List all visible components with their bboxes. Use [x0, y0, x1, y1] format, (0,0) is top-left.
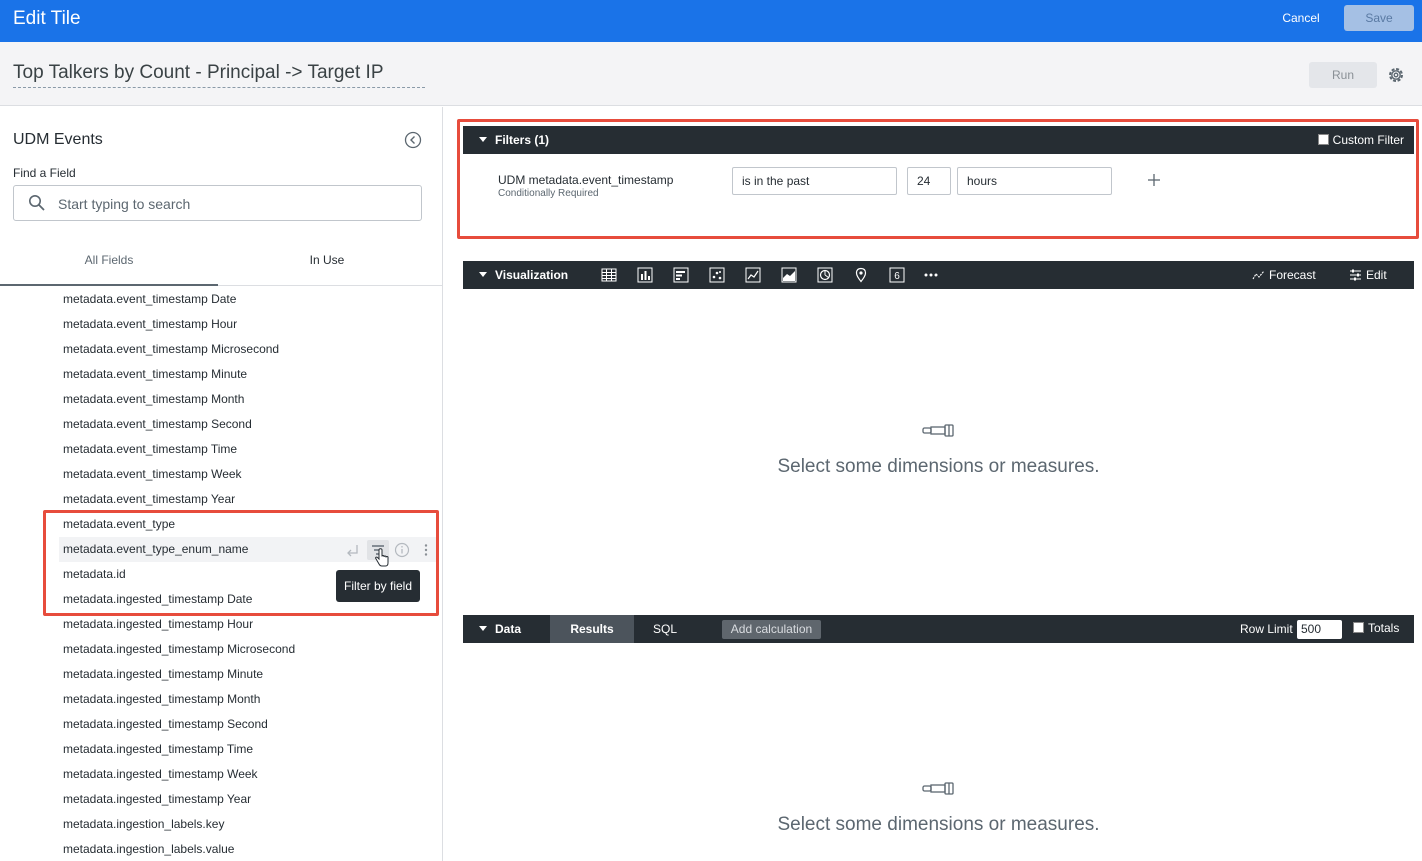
- tile-header: Top Talkers by Count - Principal -> Targ…: [0, 42, 1422, 106]
- column-chart-icon[interactable]: [637, 267, 653, 283]
- field-item[interactable]: metadata.ingestion_labels.key: [59, 812, 439, 837]
- edit-viz-button[interactable]: Edit: [1349, 268, 1387, 282]
- custom-filter-toggle[interactable]: Custom Filter: [1317, 133, 1404, 147]
- field-item[interactable]: metadata.ingested_timestamp Microsecond: [59, 637, 439, 662]
- find-field-label: Find a Field: [13, 166, 76, 180]
- svg-text:6: 6: [894, 271, 900, 282]
- totals-label: Totals: [1368, 621, 1400, 635]
- data-empty-message: Select some dimensions or measures.: [777, 814, 1100, 835]
- field-item[interactable]: metadata.ingested_timestamp Minute: [59, 662, 439, 687]
- field-item[interactable]: metadata.event_timestamp Second: [59, 412, 439, 437]
- field-item[interactable]: metadata.ingested_timestamp Week: [59, 762, 439, 787]
- cancel-button[interactable]: Cancel: [1270, 8, 1332, 30]
- totals-checkbox[interactable]: [1353, 622, 1364, 633]
- field-search: [13, 185, 422, 221]
- gear-icon[interactable]: [1386, 65, 1406, 85]
- filter-field-note: Conditionally Required: [498, 188, 599, 199]
- field-item[interactable]: metadata.ingestion_labels.value: [59, 837, 439, 861]
- field-item[interactable]: metadata.event_timestamp Hour: [59, 312, 439, 337]
- field-item[interactable]: metadata.event_timestamp Year: [59, 487, 439, 512]
- field-item-label: metadata.event_type_enum_name: [63, 542, 249, 556]
- field-item[interactable]: metadata.event_timestamp Month: [59, 387, 439, 412]
- data-section-header[interactable]: Data Results SQL Add calculation Row Lim…: [463, 615, 1414, 643]
- scatter-chart-icon[interactable]: [709, 267, 725, 283]
- bar-chart-icon[interactable]: [673, 267, 689, 283]
- field-item[interactable]: metadata.event_timestamp Microsecond: [59, 337, 439, 362]
- run-button[interactable]: Run: [1309, 62, 1377, 88]
- field-item[interactable]: metadata.ingested_timestamp Second: [59, 712, 439, 737]
- filters-label: Filters (1): [495, 133, 550, 147]
- visualization-label: Visualization: [495, 268, 569, 282]
- telescope-icon: [922, 424, 954, 437]
- visualization-section-header[interactable]: Visualization 6 Forecast Edit: [463, 261, 1414, 289]
- add-calculation-button[interactable]: Add calculation: [722, 620, 821, 639]
- collapse-panel-icon[interactable]: [404, 131, 422, 149]
- viz-empty-message: Select some dimensions or measures.: [777, 456, 1100, 477]
- explore-title: UDM Events: [13, 131, 103, 148]
- more-viz-icon[interactable]: [923, 267, 939, 283]
- totals-toggle[interactable]: Totals: [1353, 621, 1399, 635]
- area-chart-icon[interactable]: [781, 267, 797, 283]
- page-title: Edit Tile: [13, 8, 81, 29]
- field-item[interactable]: metadata.ingested_timestamp Year: [59, 787, 439, 812]
- single-value-icon[interactable]: 6: [889, 267, 905, 283]
- forecast-label: Forecast: [1269, 268, 1316, 282]
- row-limit-input[interactable]: 500: [1297, 620, 1342, 639]
- custom-filter-label: Custom Filter: [1332, 133, 1404, 147]
- field-item[interactable]: metadata.event_timestamp Minute: [59, 362, 439, 387]
- field-item[interactable]: metadata.ingested_timestamp Time: [59, 737, 439, 762]
- field-item[interactable]: metadata.ingested_timestamp Month: [59, 687, 439, 712]
- field-tabs: All Fields In Use: [0, 247, 442, 286]
- filters-section-header[interactable]: Filters (1) Custom Filter: [463, 126, 1414, 154]
- table-viz-icon[interactable]: [601, 267, 617, 283]
- map-pin-icon[interactable]: [853, 267, 869, 283]
- field-item[interactable]: metadata.event_timestamp Time: [59, 437, 439, 462]
- top-bar: Edit Tile Cancel Save: [0, 0, 1422, 42]
- filter-value-input[interactable]: 24: [907, 167, 951, 195]
- search-icon: [29, 195, 45, 211]
- more-options-icon[interactable]: [418, 542, 434, 558]
- sliders-icon: [1350, 269, 1361, 281]
- search-input[interactable]: [58, 194, 408, 214]
- edit-label: Edit: [1366, 268, 1387, 282]
- pie-chart-icon[interactable]: [817, 267, 833, 283]
- custom-filter-checkbox[interactable]: [1317, 134, 1329, 145]
- telescope-icon: [922, 782, 954, 795]
- add-filter-icon[interactable]: [1146, 172, 1162, 188]
- data-label: Data: [495, 622, 522, 636]
- field-item[interactable]: metadata.event_type: [59, 512, 439, 537]
- filter-operator-select[interactable]: is in the past: [732, 167, 897, 195]
- row-limit-label: Row Limit: [1240, 622, 1293, 636]
- tab-results[interactable]: Results: [550, 615, 634, 643]
- filter-unit-select[interactable]: hours: [957, 167, 1112, 195]
- tab-in-use[interactable]: In Use: [218, 247, 436, 286]
- field-item[interactable]: metadata.event_timestamp Week: [59, 462, 439, 487]
- field-picker-panel: UDM Events Find a Field All Fields In Us…: [0, 107, 443, 861]
- tab-all-fields[interactable]: All Fields: [0, 247, 218, 286]
- forecast-button[interactable]: Forecast: [1252, 268, 1316, 282]
- caret-down-icon: [479, 137, 487, 142]
- filter-field-name: UDM metadata.event_timestamp: [498, 173, 674, 187]
- caret-down-icon: [479, 626, 487, 631]
- line-chart-icon[interactable]: [745, 267, 761, 283]
- field-item[interactable]: metadata.event_timestamp Date: [59, 287, 439, 312]
- tab-sql[interactable]: SQL: [653, 622, 677, 636]
- field-item[interactable]: metadata.ingested_timestamp Hour: [59, 612, 439, 637]
- hand-cursor-icon: [374, 548, 389, 567]
- forecast-icon: [1252, 270, 1265, 280]
- save-button[interactable]: Save: [1344, 5, 1414, 31]
- tile-title-input[interactable]: Top Talkers by Count - Principal -> Targ…: [13, 62, 425, 88]
- caret-down-icon: [479, 272, 487, 277]
- filter-tooltip: Filter by field: [336, 570, 420, 602]
- pivot-icon[interactable]: [345, 542, 361, 558]
- info-icon[interactable]: [394, 542, 410, 558]
